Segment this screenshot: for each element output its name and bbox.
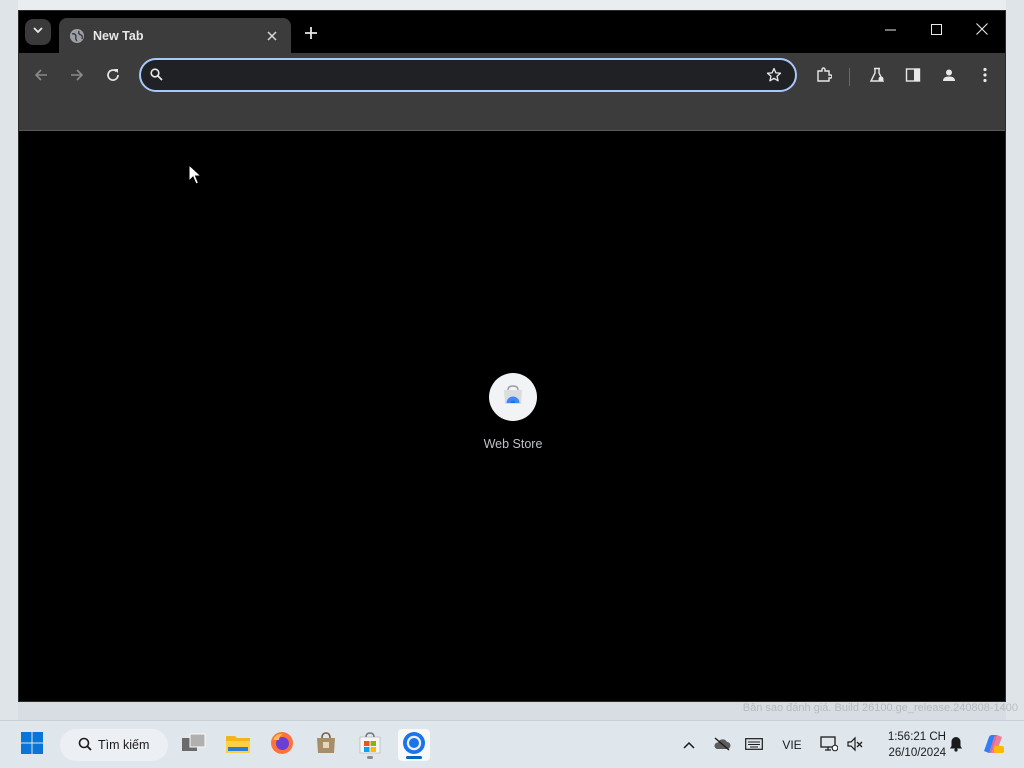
- window-close-button[interactable]: [959, 11, 1005, 51]
- web-store-icon: [502, 384, 524, 410]
- browser-toolbar: [19, 53, 1005, 99]
- taskbar-search[interactable]: Tìm kiếm: [60, 729, 168, 761]
- close-icon[interactable]: [263, 27, 281, 45]
- tab-title: New Tab: [93, 28, 144, 43]
- new-tab-page: Web Store: [19, 132, 1005, 701]
- firefox-button[interactable]: [266, 729, 298, 761]
- menu-button[interactable]: [973, 65, 997, 89]
- reload-button[interactable]: [101, 65, 125, 89]
- store-icon: [314, 731, 338, 760]
- maximize-icon: [930, 22, 942, 40]
- clock-time: 1:56:21 CH: [887, 731, 946, 743]
- chrome-taskbar-button[interactable]: [398, 729, 430, 761]
- copilot-icon: [981, 733, 1005, 758]
- tab-strip: New Tab: [19, 11, 1005, 53]
- file-explorer-button[interactable]: [222, 729, 254, 761]
- taskbar-clock[interactable]: 1:56:21 CH 26/10/2024: [874, 729, 946, 761]
- tab-search-icon: [32, 23, 44, 41]
- search-icon: [78, 737, 92, 754]
- address-input[interactable]: [171, 64, 751, 86]
- shortcut-web-store[interactable]: Web Store: [463, 373, 563, 451]
- store-button[interactable]: [310, 729, 342, 761]
- maximize-button[interactable]: [913, 11, 959, 51]
- chevron-up-icon: [683, 738, 695, 752]
- onedrive-button[interactable]: [710, 721, 734, 768]
- copilot-button[interactable]: [978, 721, 1008, 768]
- shortcut-label: Web Store: [483, 437, 543, 451]
- side-panel-icon: [905, 67, 921, 88]
- desktop-right-strip: [1006, 0, 1024, 720]
- mouse-cursor-icon: [188, 163, 203, 191]
- taskbar: Tìm kiếm VIE 1:56:21 CH 26/10/2024: [0, 720, 1024, 768]
- network-icon: [820, 735, 839, 755]
- desktop-icons-strip: [0, 0, 18, 720]
- reload-icon: [106, 68, 120, 87]
- address-bar[interactable]: [139, 58, 797, 92]
- running-indicator: [367, 756, 373, 759]
- cloud-off-icon: [713, 736, 731, 754]
- notifications-button[interactable]: [946, 721, 966, 768]
- window-close-icon: [976, 22, 988, 40]
- window-controls: [867, 11, 1005, 51]
- volume-button[interactable]: [844, 721, 866, 768]
- windows-start-icon: [20, 731, 44, 760]
- profile-icon: [941, 67, 957, 88]
- touch-keyboard-button[interactable]: [742, 721, 766, 768]
- bookmarks-bar: [19, 99, 1005, 131]
- back-icon: [34, 68, 48, 87]
- star-icon[interactable]: [766, 67, 782, 88]
- web-store-tile[interactable]: [489, 373, 537, 421]
- chrome-window: New Tab Web Store: [18, 10, 1006, 702]
- profile-button[interactable]: [937, 65, 961, 89]
- menu-icon: [983, 67, 987, 88]
- file-explorer-icon: [225, 732, 251, 759]
- language-indicator[interactable]: VIE: [776, 721, 808, 768]
- ms-store-button[interactable]: [354, 729, 386, 761]
- minimize-button[interactable]: [867, 11, 913, 51]
- keyboard-icon: [745, 737, 763, 753]
- forward-icon: [70, 68, 84, 87]
- firefox-icon: [270, 731, 294, 760]
- extensions-button[interactable]: [812, 65, 836, 89]
- build-watermark: Bản sao đánh giá. Build 26100.ge_release…: [742, 702, 1018, 714]
- back-button[interactable]: [29, 65, 53, 89]
- active-indicator: [406, 756, 422, 759]
- tab-search-button[interactable]: [25, 19, 51, 45]
- tab-new-tab[interactable]: New Tab: [59, 18, 291, 53]
- globe-icon: [69, 28, 85, 44]
- bell-icon: [949, 736, 963, 755]
- show-hidden-icons-button[interactable]: [678, 721, 700, 768]
- labs-icon: [869, 67, 885, 88]
- search-icon: [150, 68, 163, 86]
- labs-button[interactable]: [865, 65, 889, 89]
- extensions-icon: [816, 66, 833, 88]
- plus-icon: [304, 22, 318, 44]
- new-tab-button[interactable]: [299, 21, 323, 45]
- side-panel-button[interactable]: [901, 65, 925, 89]
- start-button[interactable]: [16, 729, 48, 761]
- taskbar-search-label: Tìm kiếm: [98, 738, 150, 752]
- network-button[interactable]: [818, 721, 840, 768]
- task-view-icon: [181, 732, 207, 759]
- forward-button[interactable]: [65, 65, 89, 89]
- task-view-button[interactable]: [178, 729, 210, 761]
- minimize-icon: [884, 22, 896, 40]
- volume-mute-icon: [846, 736, 864, 755]
- toolbar-separator: [849, 68, 850, 86]
- clock-date: 26/10/2024: [888, 747, 946, 759]
